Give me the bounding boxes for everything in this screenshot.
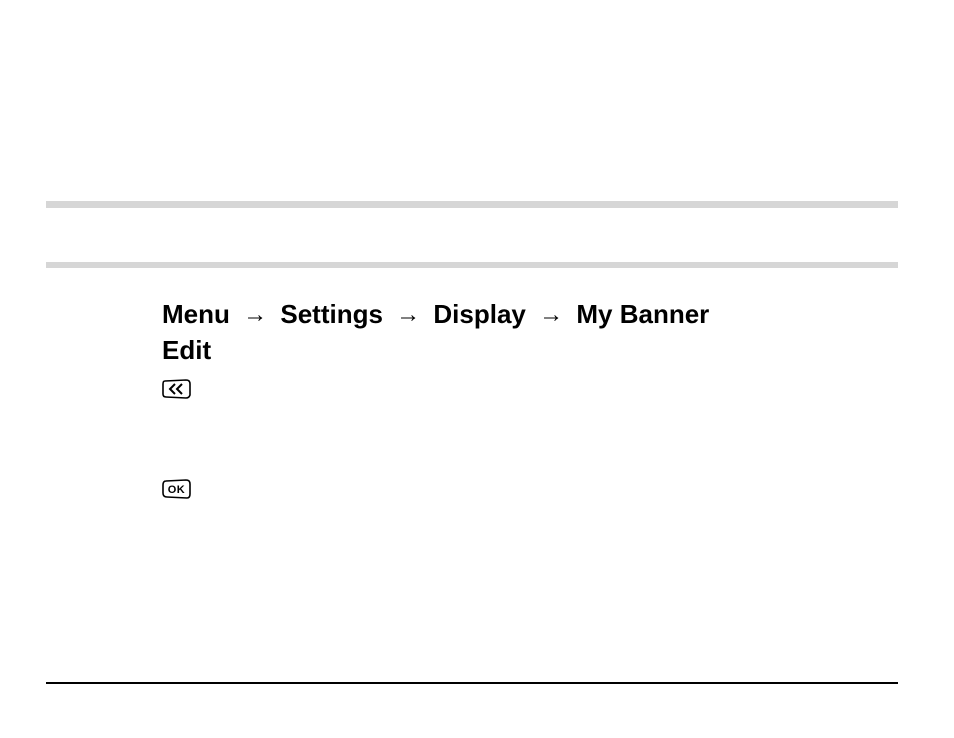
arrow-right-icon: → — [237, 301, 273, 328]
horizontal-rule — [46, 262, 898, 268]
breadcrumb-item: Settings — [280, 299, 383, 329]
back-key-icon — [162, 378, 191, 405]
ok-key-row: OK — [162, 479, 191, 504]
ok-key-icon: OK — [162, 479, 191, 504]
breadcrumb-item: Menu — [162, 299, 230, 329]
breadcrumb-trailing: Edit — [162, 335, 211, 365]
document-page: Menu → Settings → Display → My Banner Ed… — [0, 0, 954, 738]
breadcrumb-item: Display — [433, 299, 526, 329]
horizontal-rule — [46, 682, 898, 684]
arrow-right-icon: → — [390, 301, 426, 328]
navigation-breadcrumb: Menu → Settings → Display → My Banner Ed… — [162, 297, 882, 367]
breadcrumb-item: My Banner — [576, 299, 709, 329]
arrow-right-icon: → — [533, 301, 569, 328]
horizontal-rule — [46, 201, 898, 208]
svg-text:OK: OK — [168, 484, 186, 496]
back-key-row — [162, 378, 191, 405]
